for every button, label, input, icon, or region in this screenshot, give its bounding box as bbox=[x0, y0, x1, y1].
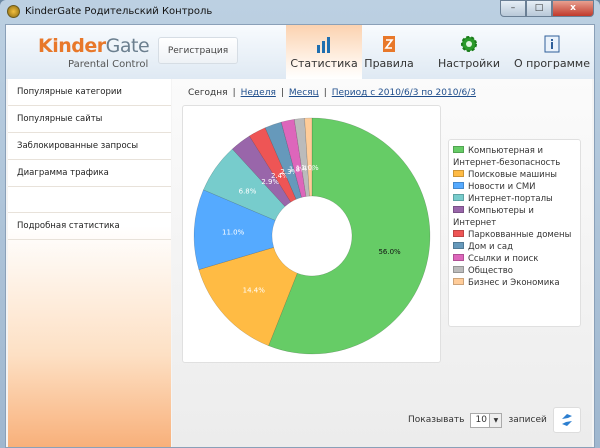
legend-item: Парковванные домены bbox=[453, 229, 576, 241]
slice-label: 11.0% bbox=[222, 229, 245, 237]
maximize-button[interactable]: □ bbox=[526, 0, 552, 17]
donut-chart: 56.0%14.4%11.0%6.8%2.9%2.4%2.3%1.8%1.4%1… bbox=[193, 117, 431, 355]
legend-swatch bbox=[453, 254, 464, 261]
legend-item: Дом и сад bbox=[453, 241, 576, 253]
legend-label: Парковванные домены bbox=[468, 230, 572, 240]
chart-container: 56.0% 14.4% 11.0% 6.8% 2.9% 2.4% 2.3% 1.8% 1.4% 1… bbox=[182, 105, 441, 363]
main-panel: Сегодня | Неделя | Месяц | Период с 2010/6/3 п… bbox=[172, 79, 592, 447]
register-button[interactable]: Регистрация bbox=[158, 37, 238, 64]
tab-settings[interactable]: Настройки bbox=[436, 25, 502, 79]
sidebar-item-blocked-requests[interactable]: Заблокированные запросы bbox=[8, 133, 171, 160]
records-count-value: 10 bbox=[475, 414, 487, 425]
legend-swatch bbox=[453, 146, 464, 153]
sidebar-item-detailed-stats[interactable]: Подробная статистика bbox=[8, 213, 171, 240]
window-title: KinderGate Родительский Контроль bbox=[25, 6, 213, 17]
records-control: Показывать 10 ▼ записей bbox=[408, 407, 581, 433]
legend-label: Поисковые машины bbox=[468, 170, 557, 180]
chart-legend: Компьютерная и Интернет-безопасность Поис… bbox=[448, 139, 581, 327]
legend-item: Бизнес и Экономика bbox=[453, 277, 576, 289]
legend-swatch bbox=[453, 266, 464, 273]
slice-label: 14.4% bbox=[243, 286, 266, 294]
legend-swatch bbox=[453, 170, 464, 177]
legend-label: Компьютерная и Интернет-безопасность bbox=[453, 146, 561, 168]
sidebar-spacer bbox=[8, 187, 171, 213]
period-month[interactable]: Месяц bbox=[289, 88, 319, 98]
show-label: Показывать bbox=[408, 415, 465, 425]
tab-label: Статистика bbox=[290, 57, 358, 70]
legend-item: Общество bbox=[453, 265, 576, 277]
legend-swatch bbox=[453, 206, 464, 213]
rules-icon bbox=[383, 36, 395, 52]
tab-about[interactable]: О программе bbox=[512, 25, 592, 79]
legend-label: Дом и сад bbox=[468, 242, 513, 252]
legend-label: Новости и СМИ bbox=[468, 182, 536, 192]
close-button[interactable]: x bbox=[552, 0, 594, 17]
legend-item: Новости и СМИ bbox=[453, 181, 576, 193]
app-icon bbox=[7, 5, 20, 18]
separator: | bbox=[280, 88, 284, 98]
tab-statistics[interactable]: Статистика bbox=[286, 25, 362, 79]
legend-item: Компьютеры и Интернет bbox=[453, 205, 576, 229]
slice-label: 6.8% bbox=[239, 187, 257, 195]
tab-label: Настройки bbox=[437, 57, 501, 70]
separator: | bbox=[232, 88, 236, 98]
title-bar: KinderGate Родительский Контроль – □ x bbox=[0, 0, 600, 24]
logo: KinderGate Parental Control bbox=[38, 35, 150, 70]
app-window: KinderGate Родительский Контроль – □ x K… bbox=[0, 0, 600, 448]
bar-chart-icon bbox=[317, 37, 330, 53]
logo-gate: Gate bbox=[105, 35, 150, 57]
legend-label: Бизнес и Экономика bbox=[468, 278, 560, 288]
period-week[interactable]: Неделя bbox=[241, 88, 276, 98]
header: KinderGate Parental Control Регистрация … bbox=[6, 25, 594, 79]
logo-kinder: Kinder bbox=[38, 35, 106, 57]
period-range[interactable]: Период с 2010/6/3 по 2010/6/3 bbox=[332, 88, 476, 98]
tab-label: О программе bbox=[514, 57, 590, 70]
legend-swatch bbox=[453, 182, 464, 189]
records-label: записей bbox=[508, 415, 547, 425]
legend-label: Общество bbox=[468, 266, 514, 276]
logo-subtitle: Parental Control bbox=[68, 59, 149, 70]
slice-label: 1.0% bbox=[301, 164, 319, 172]
tab-label: Правила bbox=[364, 57, 414, 70]
legend-swatch bbox=[453, 242, 464, 249]
info-icon bbox=[544, 35, 560, 53]
legend-item: Поисковые машины bbox=[453, 169, 576, 181]
legend-item: Ссылки и поиск bbox=[453, 253, 576, 265]
refresh-icon bbox=[561, 414, 572, 426]
sidebar: Популярные категории Популярные сайты За… bbox=[8, 79, 171, 447]
legend-label: Ссылки и поиск bbox=[468, 254, 539, 264]
tab-rules[interactable]: Правила bbox=[362, 25, 416, 79]
sidebar-item-popular-sites[interactable]: Популярные сайты bbox=[8, 106, 171, 133]
legend-label: Компьютеры и Интернет bbox=[453, 206, 534, 228]
legend-swatch bbox=[453, 194, 464, 201]
period-selector: Сегодня | Неделя | Месяц | Период с 2010/6/3 п… bbox=[188, 88, 476, 98]
gear-icon bbox=[461, 36, 477, 52]
period-today[interactable]: Сегодня bbox=[188, 88, 228, 98]
records-count-select[interactable]: 10 ▼ bbox=[470, 412, 503, 428]
legend-swatch bbox=[453, 230, 464, 237]
chevron-down-icon: ▼ bbox=[489, 413, 502, 427]
slice-label: 56.0% bbox=[378, 248, 401, 256]
sidebar-item-popular-categories[interactable]: Популярные категории bbox=[8, 79, 171, 106]
separator: | bbox=[323, 88, 327, 98]
sidebar-item-traffic-chart[interactable]: Диаграмма трафика bbox=[8, 160, 171, 187]
legend-item: Интернет-порталы bbox=[453, 193, 576, 205]
minimize-button[interactable]: – bbox=[500, 0, 526, 17]
legend-item: Компьютерная и Интернет-безопасность bbox=[453, 145, 576, 169]
legend-label: Интернет-порталы bbox=[468, 194, 553, 204]
refresh-button[interactable] bbox=[552, 407, 581, 433]
legend-swatch bbox=[453, 278, 464, 285]
